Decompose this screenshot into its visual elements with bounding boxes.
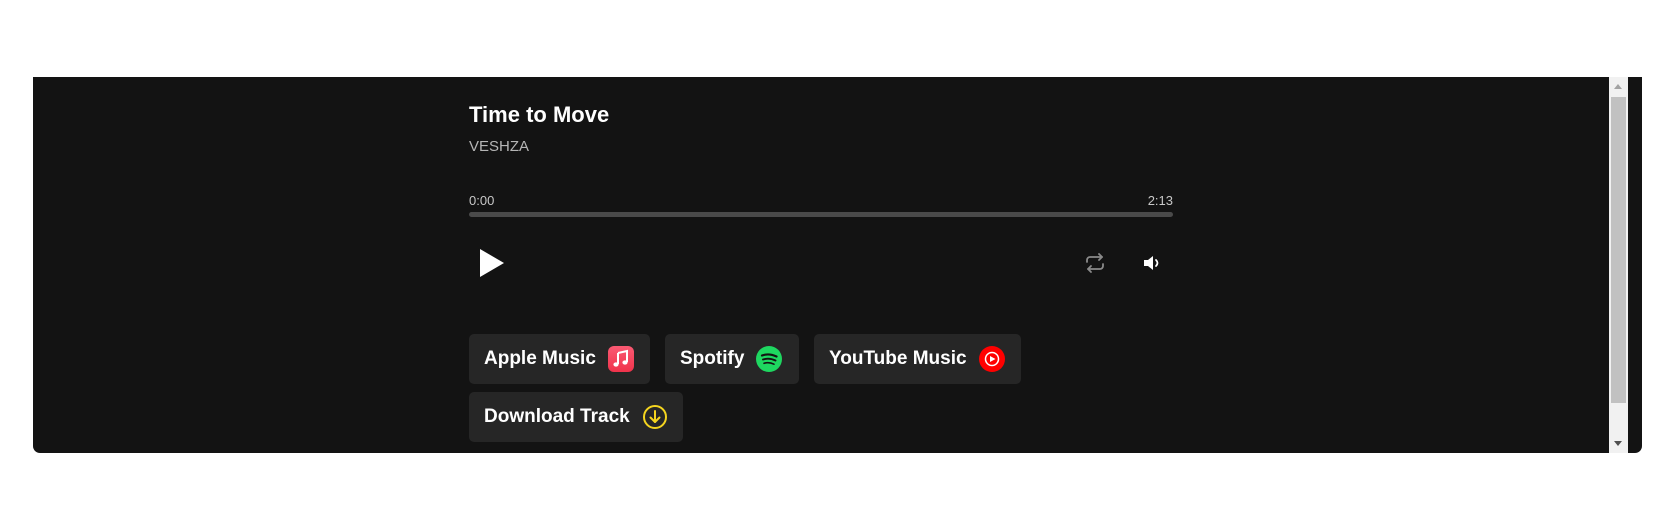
current-time: 0:00: [469, 193, 495, 208]
download-track-label: Download Track: [484, 406, 630, 427]
scroll-up-arrow-icon[interactable]: [1609, 77, 1628, 96]
track-artist: VESHZA: [469, 138, 530, 155]
play-icon[interactable]: [477, 247, 507, 279]
youtube-music-label: YouTube Music: [829, 348, 967, 369]
progress-bar[interactable]: [469, 212, 1173, 217]
track-title: Time to Move: [469, 102, 610, 127]
scrollbar-thumb[interactable]: [1611, 97, 1626, 403]
repeat-icon[interactable]: [1083, 252, 1107, 274]
player-frame: [33, 77, 1642, 453]
apple-music-icon: [607, 346, 634, 372]
volume-icon[interactable]: [1141, 252, 1165, 274]
download-icon: [642, 404, 668, 430]
spotify-button[interactable]: Spotify: [665, 334, 799, 384]
download-track-button[interactable]: Download Track: [469, 392, 683, 442]
spotify-label: Spotify: [680, 348, 745, 369]
youtube-music-button[interactable]: YouTube Music: [814, 334, 1021, 384]
apple-music-button[interactable]: Apple Music: [469, 334, 650, 384]
youtube-music-icon: [978, 346, 1005, 372]
spotify-icon: [756, 346, 783, 372]
scroll-down-arrow-icon[interactable]: [1609, 434, 1628, 453]
total-time: 2:13: [1147, 193, 1173, 208]
apple-music-label: Apple Music: [484, 348, 596, 369]
